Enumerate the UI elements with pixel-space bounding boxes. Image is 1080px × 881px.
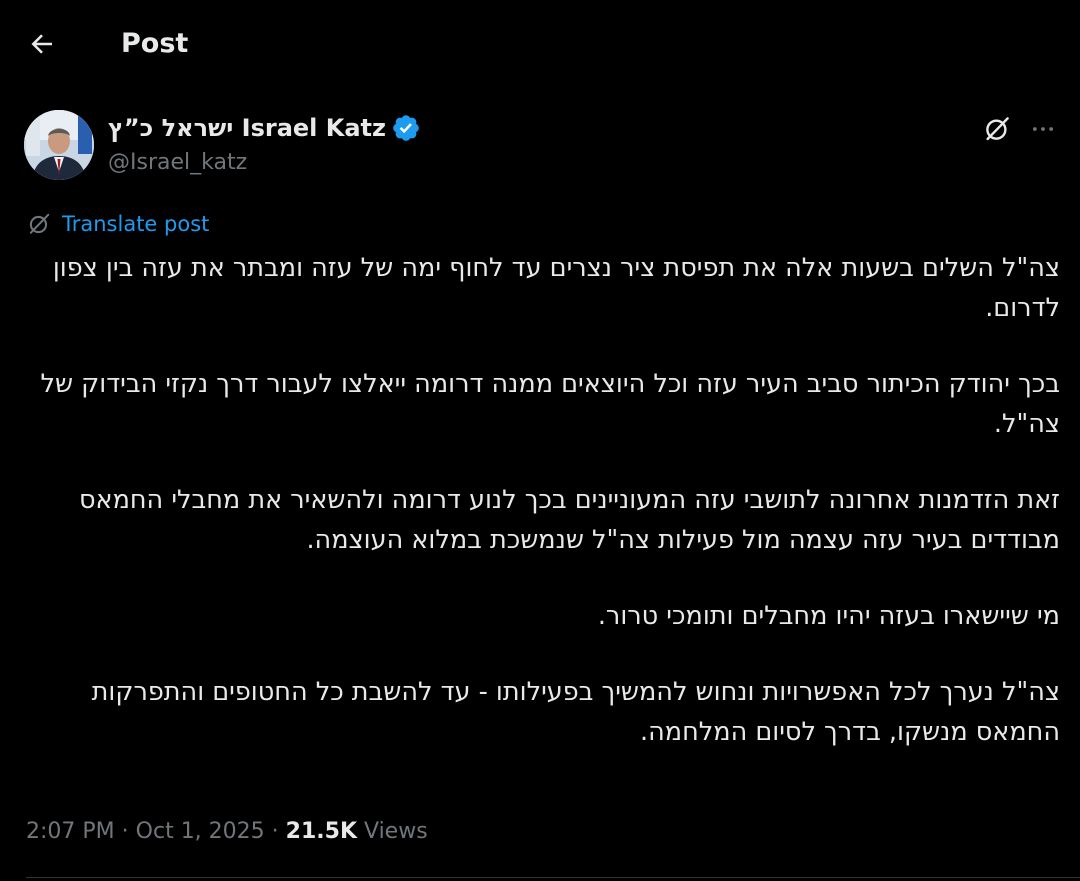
verified-badge-icon — [391, 113, 421, 143]
post-paragraph: צה"ל השלים בשעות אלה את תפיסת ציר נצרים … — [52, 253, 1060, 323]
translate-icon — [26, 211, 52, 237]
more-options-button[interactable] — [1025, 112, 1061, 146]
divider — [26, 877, 1080, 878]
arrow-left-icon — [31, 34, 52, 54]
meta-separator: · — [271, 819, 279, 844]
page-title: Post — [121, 28, 189, 59]
meta-separator: · — [121, 819, 129, 844]
post-paragraph: בכך יהודק הכיתור סביב העיר עזה וכל היוצא… — [40, 369, 1061, 439]
author-display-name: ישראל כ”ץ Israel Katz — [108, 114, 386, 142]
views-label: Views — [364, 819, 428, 844]
avatar[interactable] — [24, 110, 94, 180]
grok-button[interactable] — [980, 112, 1014, 146]
author-handle[interactable]: @Israel_katz — [108, 148, 247, 178]
post-meta: 2:07 PM · Oct 1, 2025 · 21.5K Views — [26, 815, 428, 849]
back-button[interactable] — [22, 24, 62, 64]
top-bar: Post — [0, 0, 1080, 88]
grok-icon — [986, 117, 1009, 141]
views-count: 21.5K — [285, 819, 357, 844]
author-name[interactable]: ישראל כ”ץ Israel Katz — [108, 112, 421, 144]
profile-photo — [24, 110, 94, 180]
translate-post-link[interactable]: Translate post — [26, 210, 209, 238]
post-time[interactable]: 2:07 PM — [26, 819, 115, 844]
post-paragraph: זאת הזדמנות אחרונה לתושבי עזה המעוניינים… — [78, 485, 1060, 555]
post-text: צה"ל השלים בשעות אלה את תפיסת ציר נצרים … — [26, 248, 1061, 788]
post-paragraph: מי שיישארו בעזה יהיו מחבלים ותומכי טרור. — [597, 601, 1060, 631]
post-detail-page: Post ישראל כ”ץ Israel Katz @Israel_katz — [0, 0, 1080, 881]
post-date[interactable]: Oct 1, 2025 — [136, 819, 265, 844]
translate-label: Translate post — [62, 212, 210, 236]
more-horizontal-icon — [1032, 127, 1054, 131]
post-paragraph: צה"ל נערך לכל האפשרויות ונחוש להמשיך בפע… — [91, 677, 1060, 747]
